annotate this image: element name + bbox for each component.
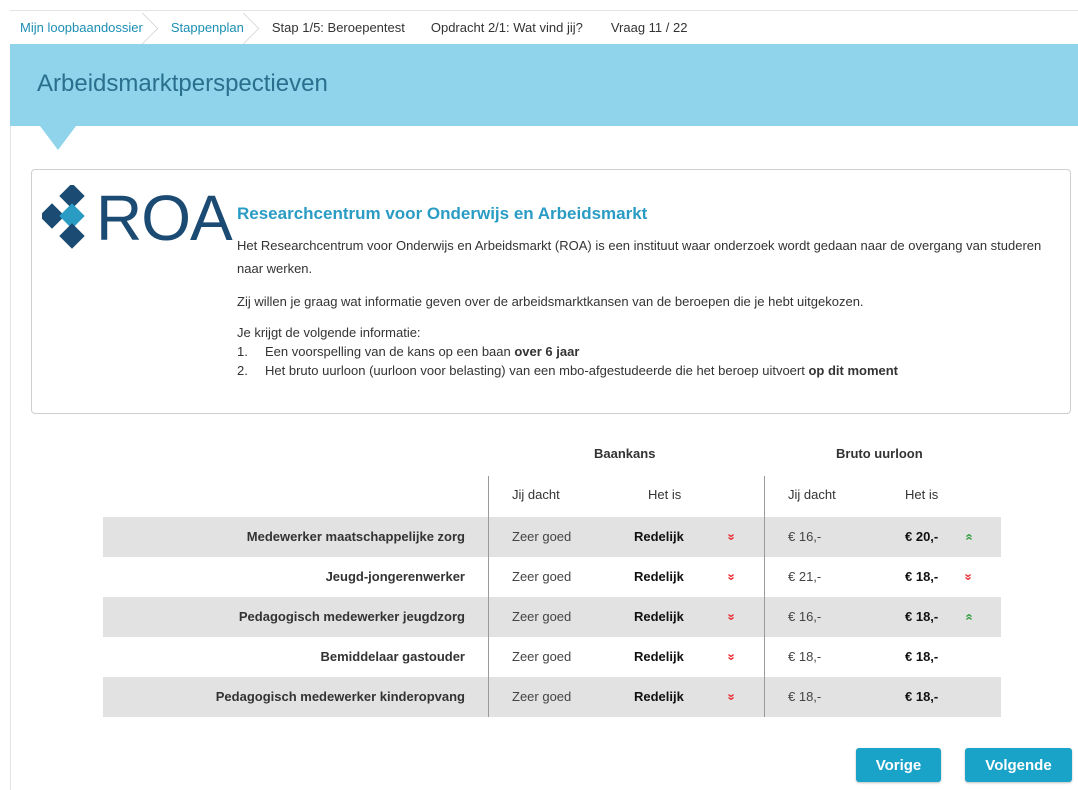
loon-trend-down-icon: » xyxy=(962,557,977,597)
row-loon-het-is: € 18,- xyxy=(905,689,939,704)
double-chevron-up-icon: » xyxy=(960,533,976,541)
list-number: 2. xyxy=(237,363,248,378)
row-kans-jij-dacht: Zeer goed xyxy=(512,689,572,704)
info-paragraph: Zij willen je graag wat informatie geven… xyxy=(237,294,864,309)
row-kans-het-is: Redelijk xyxy=(634,609,684,624)
row-loon-jij-dacht: € 21,- xyxy=(788,569,822,584)
column-header-het-is: Het is xyxy=(905,487,939,502)
row-loon-het-is: € 18,- xyxy=(905,569,939,584)
info-title: Researchcentrum voor Onderwijs en Arbeid… xyxy=(237,204,648,223)
roa-logo: ROA xyxy=(39,182,233,254)
page-header-banner: Arbeidsmarktperspectieven xyxy=(10,44,1078,126)
roa-diamonds-icon xyxy=(39,183,85,249)
double-chevron-down-icon: » xyxy=(724,693,740,701)
page-title: Arbeidsmarktperspectieven xyxy=(37,70,328,97)
kans-trend-down-icon: » xyxy=(725,557,740,597)
info-paragraph: Het Researchcentrum voor Onderwijs en Ar… xyxy=(237,238,1042,276)
info-list: 1. Een voorspelling van de kans op een b… xyxy=(237,342,1057,380)
roa-logo-text: ROA xyxy=(96,182,233,254)
list-emphasis: op dit moment xyxy=(808,363,899,378)
column-header-jij-dacht: Jij dacht xyxy=(512,487,560,502)
row-kans-jij-dacht: Zeer goed xyxy=(512,569,572,584)
double-chevron-down-icon: » xyxy=(724,613,740,621)
group-header-baankans: Baankans xyxy=(594,446,656,461)
loon-trend-up-icon: » xyxy=(961,517,976,557)
banner-pointer xyxy=(40,126,76,150)
column-divider xyxy=(764,476,765,717)
breadcrumb: Mijn loopbaandossier Stappenplan Stap 1/… xyxy=(10,10,1078,44)
list-number: 1. xyxy=(237,344,248,359)
row-occupation-name: Medewerker maatschappelijke zorg xyxy=(246,529,465,544)
list-item: 1. Een voorspelling van de kans op een b… xyxy=(237,342,1057,361)
row-loon-het-is: € 18,- xyxy=(905,609,939,624)
row-loon-jij-dacht: € 18,- xyxy=(788,649,822,664)
row-kans-het-is: Redelijk xyxy=(634,529,684,544)
row-loon-jij-dacht: € 16,- xyxy=(788,529,822,544)
breadcrumb-item-vraag: Vraag 11 / 22 xyxy=(610,20,688,35)
table-row: Bemiddelaar gastouder Zeer goed Redelijk € … xyxy=(103,637,1001,677)
kans-trend-down-icon: » xyxy=(725,517,740,557)
table-row: Medewerker maatschappelijke zorg Zeer goe… xyxy=(103,517,1001,557)
double-chevron-down-icon: » xyxy=(724,533,740,541)
group-header-bruto-uurloon: Bruto uurloon xyxy=(836,446,923,461)
row-kans-jij-dacht: Zeer goed xyxy=(512,529,572,544)
breadcrumb-item-stap: Stap 1/5: Beroepentest xyxy=(271,20,405,35)
next-button[interactable]: Volgende xyxy=(965,748,1072,782)
double-chevron-up-icon: » xyxy=(960,613,976,621)
breadcrumb-item-opdracht: Opdracht 2/1: Wat vind jij? xyxy=(430,20,583,35)
kans-trend-down-icon: » xyxy=(725,677,740,717)
table-row: Pedagogisch medewerker jeugdzorg Zeer goe… xyxy=(103,597,1001,637)
double-chevron-down-icon: » xyxy=(724,573,740,581)
kans-trend-down-icon: » xyxy=(725,637,740,677)
breadcrumb-separator xyxy=(250,11,266,45)
column-divider xyxy=(488,476,489,717)
table-row: Pedagogisch medewerker kinderopvang Zeer … xyxy=(103,677,1001,717)
row-kans-het-is: Redelijk xyxy=(634,569,684,584)
double-chevron-down-icon: » xyxy=(724,653,740,661)
row-occupation-name: Jeugd-jongerenwerker xyxy=(325,569,465,584)
column-header-jij-dacht: Jij dacht xyxy=(788,487,836,502)
content-border xyxy=(10,126,11,790)
table-row: Jeugd-jongerenwerker Zeer goed Redelijk € 2… xyxy=(103,557,1001,597)
info-list-intro: Je krijgt de volgende informatie: xyxy=(237,325,421,340)
kans-trend-down-icon: » xyxy=(725,597,740,637)
loon-trend-up-icon: » xyxy=(961,597,976,637)
info-body: Het Researchcentrum voor Onderwijs en Ar… xyxy=(237,234,1057,380)
row-kans-jij-dacht: Zeer goed xyxy=(512,609,572,624)
row-loon-het-is: € 20,- xyxy=(905,529,939,544)
row-loon-jij-dacht: € 18,- xyxy=(788,689,822,704)
row-occupation-name: Pedagogisch medewerker kinderopvang xyxy=(215,689,465,704)
breadcrumb-item-loopbaandossier[interactable]: Mijn loopbaandossier xyxy=(10,11,143,45)
roa-info-box: ROA Researchcentrum voor Onderwijs en Ar… xyxy=(31,169,1071,414)
list-text: Een voorspelling van de kans op een baan xyxy=(265,344,515,359)
double-chevron-down-icon: » xyxy=(961,573,977,581)
previous-button[interactable]: Vorige xyxy=(856,748,941,782)
row-loon-het-is: € 18,- xyxy=(905,649,939,664)
list-text: Het bruto uurloon (uurloon voor belastin… xyxy=(265,363,809,378)
row-occupation-name: Pedagogisch medewerker jeugdzorg xyxy=(238,609,465,624)
row-kans-het-is: Redelijk xyxy=(634,649,684,664)
row-loon-jij-dacht: € 16,- xyxy=(788,609,822,624)
row-occupation-name: Bemiddelaar gastouder xyxy=(320,649,466,664)
column-header-het-is: Het is xyxy=(648,487,682,502)
list-item: 2. Het bruto uurloon (uurloon voor belas… xyxy=(237,361,1057,380)
breadcrumb-separator xyxy=(149,11,165,45)
row-kans-het-is: Redelijk xyxy=(634,689,684,704)
row-kans-jij-dacht: Zeer goed xyxy=(512,649,572,664)
list-emphasis: over 6 jaar xyxy=(514,344,580,359)
